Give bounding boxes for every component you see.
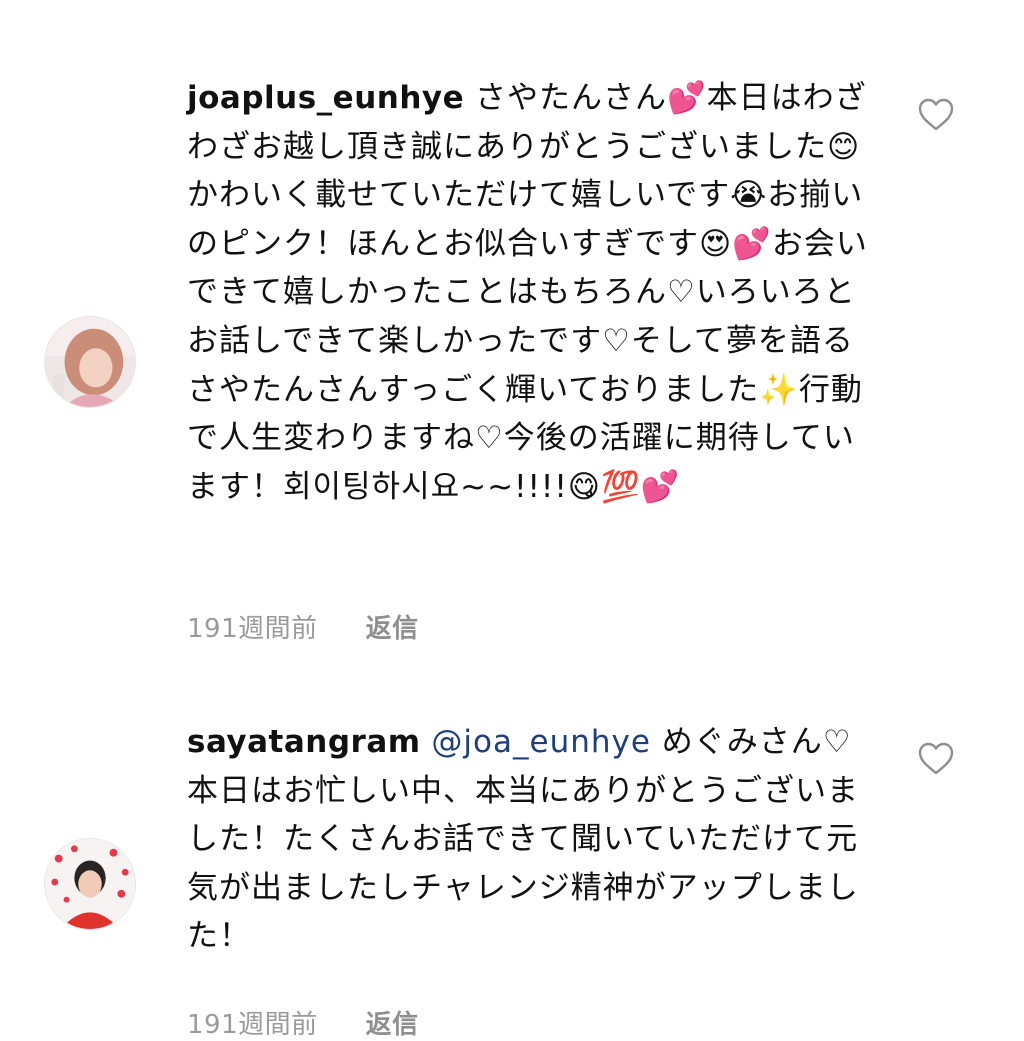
- comment-meta: 191週間前 返信: [187, 1004, 419, 1041]
- comment-mention[interactable]: @joa_eunhye: [431, 724, 651, 760]
- heart-outline-icon: [918, 98, 954, 131]
- avatar-joaplus-eunhye[interactable]: [44, 316, 136, 408]
- reply-button[interactable]: 返信: [366, 1004, 419, 1041]
- comment-message: さやたんさん💕本日はわざわざお越し頂き誠にありがとうございました😊かわいく載せて…: [187, 80, 868, 505]
- comment-body: sayatangram @joa_eunhye めぐみさん♡本日はお忙しい中、本…: [187, 718, 877, 961]
- comment-meta: 191週間前 返信: [187, 608, 419, 645]
- reply-button[interactable]: 返信: [366, 608, 419, 645]
- avatar-sayatangram[interactable]: [44, 838, 136, 930]
- comment-body: joaplus_eunhye さやたんさん💕本日はわざわざお越し頂き誠にありがと…: [187, 74, 877, 511]
- like-button[interactable]: [918, 742, 954, 776]
- like-button[interactable]: [918, 98, 954, 132]
- comment-username[interactable]: joaplus_eunhye: [187, 80, 464, 116]
- user-avatar-pink-photo: [45, 317, 135, 407]
- comment-timestamp: 191週間前: [187, 1010, 318, 1040]
- comment-username[interactable]: sayatangram: [187, 724, 421, 760]
- user-avatar-red-dots-photo: [45, 839, 135, 929]
- comment-timestamp: 191週間前: [187, 614, 318, 644]
- heart-outline-icon: [918, 742, 954, 775]
